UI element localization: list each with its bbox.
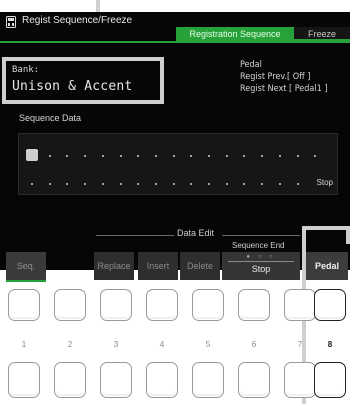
sequence-slot[interactable] (137, 183, 140, 185)
callout-line-top (96, 0, 100, 12)
data-edit-line-right (222, 235, 300, 236)
button-number-label: 4 (159, 340, 165, 349)
sequence-stop-marker: Stop (316, 178, 333, 187)
sequence-slot[interactable] (101, 183, 104, 185)
sequence-slot[interactable] (84, 155, 87, 157)
sequence-slot[interactable] (243, 155, 246, 157)
sequence-slot[interactable] (296, 155, 299, 157)
lower-button-3[interactable] (100, 362, 132, 398)
tab-freeze[interactable]: Freeze (294, 27, 350, 41)
sequence-end-label: Sequence End (232, 241, 285, 250)
sequence-slot[interactable] (261, 183, 264, 185)
sequence-end-stop-button[interactable]: ● ○ ○ Stop (222, 252, 300, 280)
pedal-button[interactable]: Pedal (306, 252, 348, 280)
sequence-slot[interactable] (154, 183, 157, 185)
callout-line-horizontal (302, 226, 350, 230)
regist-prev-setting[interactable]: Regist Prev.[ Off ] (240, 71, 350, 83)
sequence-data-panel[interactable]: Stop (18, 133, 338, 195)
lower-button-1[interactable] (8, 362, 40, 398)
sequence-slot[interactable] (243, 183, 246, 185)
sequence-slot[interactable] (66, 155, 69, 157)
window-title: Regist Sequence/Freeze (22, 15, 133, 26)
sequence-slot[interactable] (137, 155, 140, 157)
data-edit-label: Data Edit (177, 228, 215, 238)
button-number-label: 6 (251, 340, 257, 349)
lower-button-5[interactable] (192, 362, 224, 398)
sequence-slot[interactable] (190, 155, 193, 157)
sequence-slot[interactable] (225, 155, 228, 157)
seq-button[interactable]: Seq. (6, 252, 46, 282)
bank-label: Bank: (12, 65, 40, 75)
sequence-slot[interactable] (314, 155, 317, 157)
registration-icon (6, 16, 16, 28)
replace-button[interactable]: Replace (94, 252, 134, 280)
sequence-end-indicator: ● ○ ○ (246, 254, 276, 260)
regist-next-setting[interactable]: Regist Next [ Pedal1 ] (240, 83, 350, 95)
lower-button-4[interactable] (146, 362, 178, 398)
upper-button-4[interactable] (146, 289, 178, 321)
sequence-slot[interactable] (101, 155, 104, 157)
insert-button[interactable]: Insert (138, 252, 178, 280)
sequence-slot[interactable] (296, 183, 299, 185)
upper-button-1[interactable] (8, 289, 40, 321)
tab-bar: Registration Sequence Freeze (176, 27, 350, 41)
lower-button-2[interactable] (54, 362, 86, 398)
sequence-slot[interactable] (261, 155, 264, 157)
sequence-slot[interactable] (208, 155, 210, 157)
upper-button-5[interactable] (192, 289, 224, 321)
sequence-slot[interactable] (119, 155, 122, 157)
sequence-slot[interactable] (190, 183, 193, 185)
delete-button[interactable]: Delete (180, 252, 220, 280)
sequence-slot[interactable] (31, 183, 33, 185)
tab-underline (0, 41, 350, 43)
lower-button-8[interactable] (314, 362, 346, 398)
button-number-label: 1 (21, 340, 27, 349)
upper-button-8[interactable] (314, 289, 346, 321)
lower-button-6[interactable] (238, 362, 270, 398)
callout-line-right (346, 226, 350, 244)
bank-name: Unison & Accent (12, 79, 133, 94)
sequence-slot[interactable] (84, 183, 87, 185)
bank-display: Bank: Unison & Accent (2, 57, 164, 104)
button-number-label: 7 (297, 340, 303, 349)
soft-button-row: Seq. Replace Insert Delete ● ○ ○ Stop Pe… (0, 252, 350, 282)
pedal-heading: Pedal (240, 60, 262, 70)
button-number-label: 2 (67, 340, 73, 349)
sequence-slot[interactable] (154, 155, 157, 157)
sequence-slot[interactable] (119, 183, 122, 185)
button-number-label: 8 (327, 340, 333, 349)
sequence-slot[interactable] (278, 155, 281, 157)
sequence-slot[interactable] (66, 183, 69, 185)
sequence-end-underbar (228, 261, 294, 262)
sequence-end-value: Stop (251, 264, 271, 274)
sequence-slot[interactable] (172, 183, 175, 185)
lower-button-7[interactable] (284, 362, 316, 398)
sequence-slot[interactable] (48, 183, 51, 185)
sequence-cursor[interactable] (26, 149, 38, 161)
tab-registration-sequence[interactable]: Registration Sequence (176, 27, 294, 41)
upper-button-3[interactable] (100, 289, 132, 321)
sequence-slot[interactable] (278, 183, 281, 185)
upper-button-6[interactable] (238, 289, 270, 321)
button-number-label: 5 (205, 340, 211, 349)
sequence-data-label: Sequence Data (19, 113, 82, 123)
pedal-settings: Pedal Regist Prev.[ Off ] Regist Next [ … (240, 59, 350, 95)
button-number-label: 3 (113, 340, 119, 349)
sequence-slot[interactable] (225, 183, 228, 185)
sequence-slot[interactable] (208, 183, 210, 185)
display-screen: Regist Sequence/Freeze Registration Sequ… (0, 12, 350, 282)
upper-button-2[interactable] (54, 289, 86, 321)
sequence-slot[interactable] (172, 155, 175, 157)
data-edit-line-left (96, 235, 174, 236)
upper-button-7[interactable] (284, 289, 316, 321)
sequence-slot[interactable] (48, 155, 51, 157)
